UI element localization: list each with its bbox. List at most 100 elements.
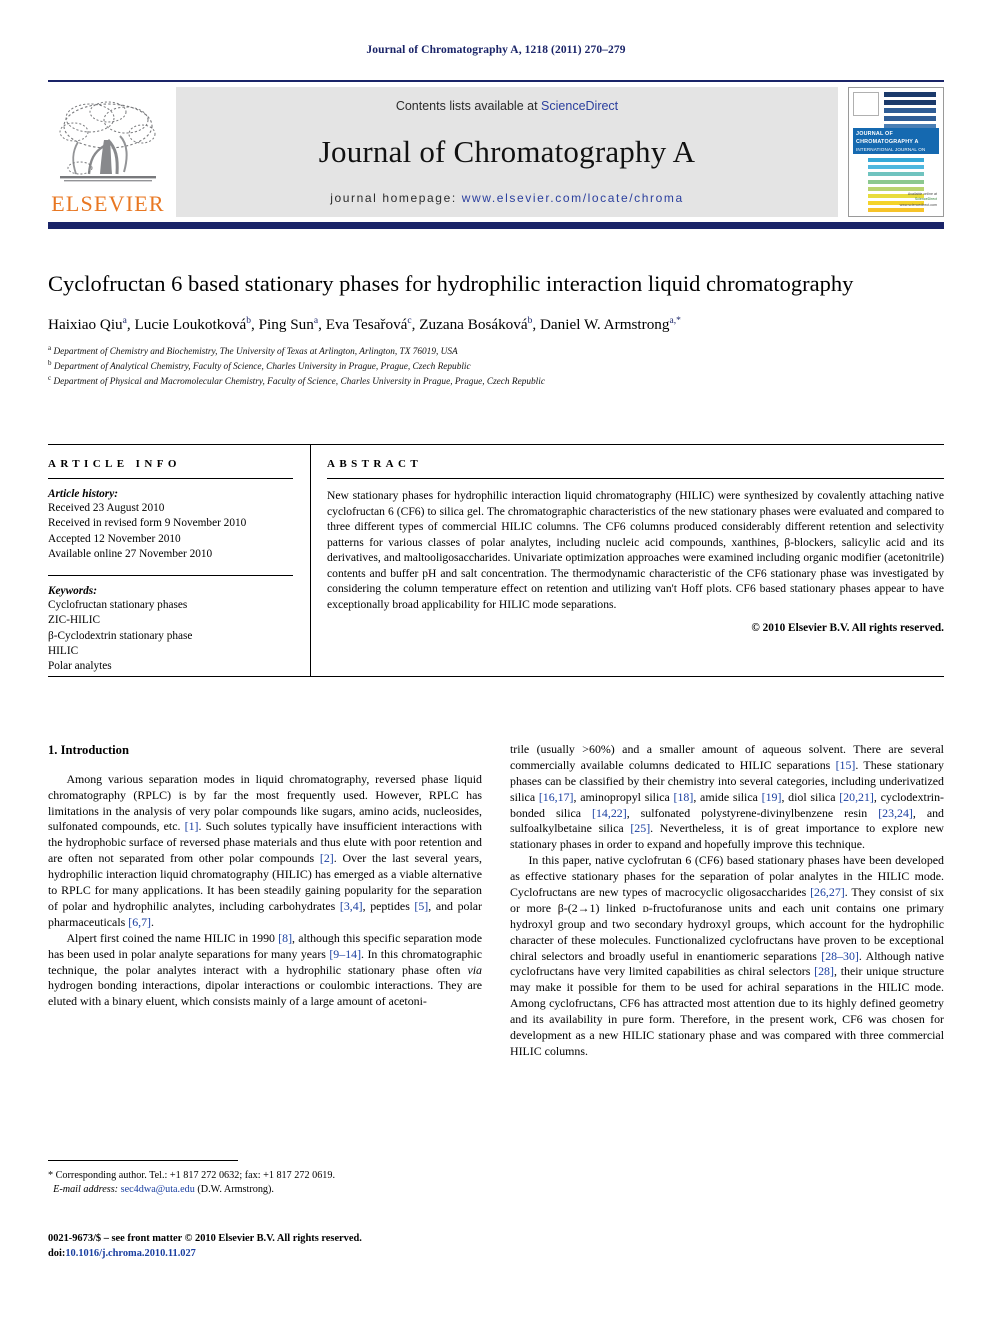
citation-ref[interactable]: [28–30]: [821, 949, 859, 963]
contents-available-line: Contents lists available at ScienceDirec…: [396, 99, 618, 113]
abstract-rule: [327, 478, 944, 479]
footnote-block: * Corresponding author. Tel.: +1 817 272…: [48, 1169, 482, 1197]
author-item: Haixiao Qiua: [48, 316, 127, 333]
corresponding-author-note: * Corresponding author. Tel.: +1 817 272…: [48, 1170, 336, 1181]
doi-line: doi:10.1016/j.chroma.2010.11.027: [48, 1246, 498, 1261]
cover-sciencedirect-mark: Available online at ScienceDirect www.sc…: [900, 192, 937, 208]
author-item: Ping Suna: [259, 316, 319, 333]
citation-ref[interactable]: [23,24]: [878, 806, 913, 820]
doi-label: doi:: [48, 1248, 66, 1260]
author-name: Zuzana Bosáková: [419, 315, 528, 333]
issn-line: 0021-9673/$ – see front matter © 2010 El…: [48, 1233, 362, 1244]
elsevier-logo: ELSEVIER: [48, 87, 168, 217]
keywords-label: Keywords:: [48, 585, 97, 597]
citation-ref[interactable]: [6,7]: [128, 915, 151, 929]
article-title: Cyclofructan 6 based stationary phases f…: [48, 271, 854, 296]
email-link[interactable]: sec4dwa@uta.edu: [121, 1184, 195, 1195]
abstract-heading: ABSTRACT: [327, 458, 423, 470]
citation-ref[interactable]: [28]: [814, 964, 834, 978]
cover-band-title: JOURNAL OF CHROMATOGRAPHY A: [856, 131, 919, 145]
citation-ref[interactable]: [16,17]: [539, 790, 574, 804]
citation-ref[interactable]: [20,21]: [839, 790, 874, 804]
cover-publisher-mark: [853, 92, 879, 116]
abstract-copyright: © 2010 Elsevier B.V. All rights reserved…: [751, 621, 944, 634]
history-item: Available online 27 November 2010: [48, 547, 213, 560]
cover-title-band: JOURNAL OF CHROMATOGRAPHY A INTERNATIONA…: [853, 128, 939, 172]
citation-ref[interactable]: [14,22]: [592, 806, 627, 820]
author-affil-marker: b: [246, 315, 251, 326]
author-item: Eva Tesařovác: [326, 316, 412, 333]
body-paragraph: trile (usually >60%) and a smaller amoun…: [510, 742, 944, 852]
journal-title: Journal of Chromatography A: [318, 134, 696, 169]
history-item: Accepted 12 November 2010: [48, 532, 181, 545]
body-column-left: 1. Introduction Among various separation…: [48, 742, 482, 1010]
email-note: E-mail address: sec4dwa@uta.edu (D.W. Ar…: [48, 1183, 482, 1197]
affiliation-item: c Department of Physical and Macromolecu…: [48, 374, 944, 389]
citation-ref[interactable]: [2]: [320, 851, 334, 865]
homepage-url-link[interactable]: www.elsevier.com/locate/chroma: [462, 191, 684, 205]
latin-italic: via: [467, 962, 482, 977]
journal-homepage-line: journal homepage: www.elsevier.com/locat…: [330, 191, 684, 205]
info-abstract-divider: [310, 444, 311, 676]
journal-masthead: ELSEVIER Contents lists available at Sci…: [48, 80, 944, 229]
author-item: Zuzana Bosákováb: [419, 316, 532, 333]
masthead-bottom-rule: [48, 222, 944, 229]
body-paragraph: Among various separation modes in liquid…: [48, 771, 483, 929]
author-name: Daniel W. Armstrong: [539, 315, 670, 333]
author-name: Ping Sun: [258, 315, 314, 333]
citation-ref[interactable]: [19]: [762, 790, 782, 804]
introduction-heading: 1. Introduction: [48, 743, 129, 757]
keyword-item: ZIC-HILIC: [48, 614, 101, 627]
article-info-rule: [48, 478, 293, 479]
citation-ref[interactable]: [15]: [836, 758, 856, 772]
citation-ref[interactable]: [9–14]: [329, 947, 361, 961]
affiliation-marker: c: [48, 374, 52, 383]
history-item: Received in revised form 9 November 2010: [48, 517, 247, 530]
author-name: Eva Tesařová: [325, 315, 408, 333]
masthead-top-rule: [48, 80, 944, 82]
keyword-item: HILIC: [48, 644, 79, 657]
citation-ref[interactable]: [26,27]: [810, 885, 845, 899]
homepage-prefix: journal homepage:: [330, 191, 457, 205]
running-head: Journal of Chromatography A, 1218 (2011)…: [366, 44, 626, 56]
affiliation-item: a Department of Chemistry and Biochemist…: [48, 344, 944, 359]
keyword-item: Polar analytes: [48, 660, 112, 672]
author-affil-marker: c: [407, 315, 412, 326]
citation-ref[interactable]: [8]: [278, 931, 292, 945]
citation-ref[interactable]: [5]: [414, 899, 428, 913]
elsevier-tree-icon: [54, 96, 162, 192]
elsevier-wordmark: ELSEVIER: [51, 191, 165, 216]
author-affil-marker: a: [313, 315, 319, 326]
affiliation-text: Department of Chemistry and Biochemistry…: [53, 346, 458, 357]
cover-sd-url: www.sciencedirect.com: [899, 202, 937, 207]
paper-page: Journal of Chromatography A, 1218 (2011)…: [0, 0, 992, 1323]
author-name: Haixiao Qiu: [48, 315, 123, 333]
email-label: E-mail address:: [53, 1184, 119, 1196]
keywords-rule: [48, 575, 293, 576]
keyword-item: β-Cyclodextrin stationary phase: [48, 629, 193, 642]
imprint-block: 0021-9673/$ – see front matter © 2010 El…: [48, 1231, 498, 1261]
doi-link[interactable]: 10.1016/j.chroma.2010.11.027: [65, 1248, 196, 1259]
affiliation-text: Department of Physical and Macromolecula…: [53, 377, 545, 388]
citation-ref[interactable]: [3,4]: [340, 899, 363, 913]
citation-ref[interactable]: [18]: [674, 790, 694, 804]
affiliation-text: Department of Analytical Chemistry, Facu…: [53, 361, 471, 372]
affiliation-list: a Department of Chemistry and Biochemist…: [48, 344, 944, 390]
author-item: Lucie Loukotkováb: [134, 316, 251, 333]
citation-ref[interactable]: [25]: [630, 821, 650, 835]
history-item: Received 23 August 2010: [48, 502, 165, 514]
abstract-column: ABSTRACT New stationary phases for hydro…: [327, 458, 944, 634]
journal-cover-thumbnail: JOURNAL OF CHROMATOGRAPHY A INTERNATIONA…: [848, 87, 944, 217]
body-paragraph: In this paper, native cyclofrutan 6 (CF6…: [510, 853, 944, 1058]
citation-ref[interactable]: [1]: [185, 819, 199, 833]
sciencedirect-link[interactable]: ScienceDirect: [541, 99, 618, 113]
journal-banner: Contents lists available at ScienceDirec…: [176, 87, 838, 217]
article-history-label: Article history:: [48, 488, 118, 500]
affiliation-item: b Department of Analytical Chemistry, Fa…: [48, 359, 944, 374]
email-suffix: (D.W. Armstrong).: [197, 1184, 274, 1196]
body-column-right: trile (usually >60%) and a smaller amoun…: [510, 742, 944, 1060]
footnote-rule: [48, 1160, 238, 1161]
title-block: Cyclofructan 6 based stationary phases f…: [48, 270, 944, 389]
contents-prefix: Contents lists available at: [395, 99, 538, 113]
author-affil-marker: a: [122, 315, 127, 326]
